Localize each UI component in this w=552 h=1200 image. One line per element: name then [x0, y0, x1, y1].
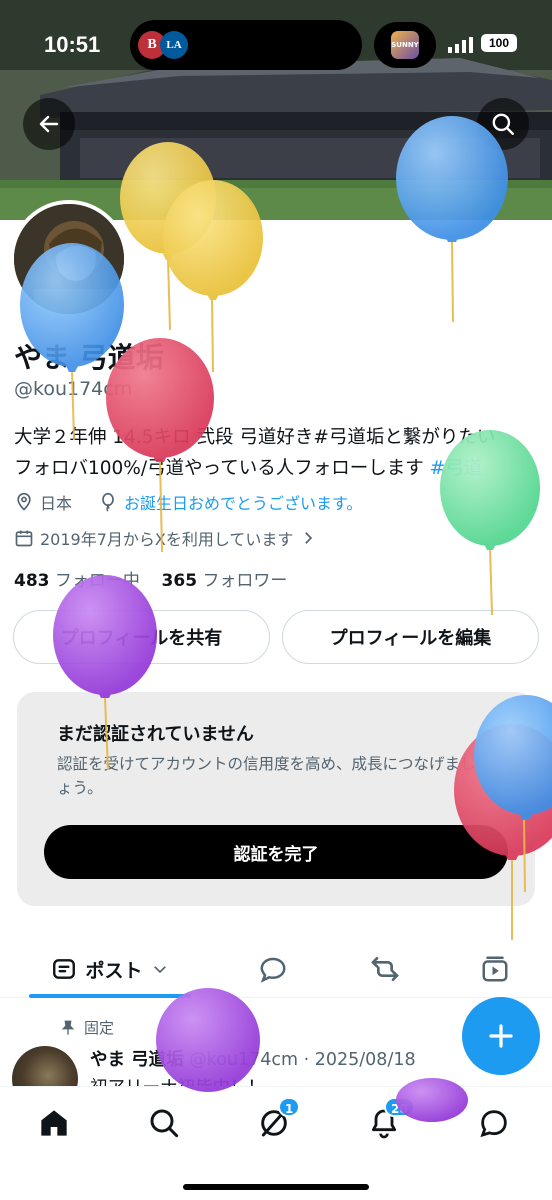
back-arrow-icon	[39, 115, 59, 133]
balloon-icon	[102, 492, 114, 512]
tab-replies[interactable]	[243, 940, 303, 998]
dynamic-island[interactable]: B LA	[130, 20, 362, 70]
live-activity[interactable]: SUNNY	[374, 22, 436, 68]
tab-posts-label: ポスト	[85, 959, 143, 982]
nav-grok[interactable]: 1	[244, 1097, 304, 1145]
followers-label: フォロワー	[202, 571, 288, 591]
profile-tabs: ポスト	[0, 940, 552, 998]
followers-count: 365	[161, 571, 198, 591]
chevron-right-icon	[305, 532, 313, 544]
following-link[interactable]: 483 フォロー中	[14, 571, 140, 591]
calendar-icon	[15, 530, 33, 547]
nav-notifications[interactable]: 20	[354, 1097, 415, 1145]
app-icon: SUNNY	[391, 31, 419, 59]
plus-icon	[489, 1024, 513, 1048]
compose-button[interactable]	[462, 997, 540, 1075]
tab-reposts[interactable]	[355, 940, 415, 998]
back-button[interactable]	[23, 98, 75, 150]
profile-name: やま 弓道垢	[14, 341, 164, 374]
edit-profile-button[interactable]: プロフィールを編集	[282, 610, 539, 664]
avatar-image	[14, 204, 124, 314]
birthday-message[interactable]: お誕生日おめでとうございます。	[124, 490, 362, 514]
chevron-down-icon	[153, 966, 166, 974]
search-icon	[492, 113, 514, 135]
messages-icon	[480, 1110, 507, 1138]
search-button[interactable]	[477, 98, 529, 150]
bottom-nav: 1 20	[0, 1086, 552, 1200]
dodgers-icon: LA	[160, 31, 188, 59]
signal-icon	[448, 37, 473, 53]
post-tab-icon	[53, 959, 76, 979]
nav-home[interactable]	[24, 1101, 84, 1145]
complete-verification-button[interactable]: 認証を完了	[44, 825, 508, 879]
post-author-name[interactable]: やま 弓道垢	[90, 1050, 184, 1070]
location-icon	[17, 492, 31, 511]
home-indicator	[183, 1184, 369, 1190]
following-count: 483	[14, 571, 50, 591]
profile-avatar[interactable]	[10, 200, 128, 318]
repost-icon	[371, 957, 399, 981]
nav-messages[interactable]	[464, 1101, 524, 1145]
pinned-label: 固定	[84, 1019, 115, 1037]
tab-posts[interactable]: ポスト	[29, 940, 191, 998]
pinned-indicator: 固定	[60, 1017, 114, 1038]
clock: 10:51	[44, 32, 101, 57]
verification-description: 認証を受けてアカウントの信用度を高め、成長につなげましょう。	[57, 755, 476, 797]
grok-badge: 1	[278, 1097, 301, 1117]
profile-location: 日本	[40, 494, 73, 513]
profile-bio: 大学２年伸 14.5キロ 弐段 弓道好き#弓道垢と繋がりたい フォロバ100%/…	[14, 422, 540, 484]
home-icon	[41, 1110, 67, 1136]
nav-explore[interactable]	[134, 1101, 194, 1145]
following-label: フォロー中	[54, 571, 140, 591]
reply-icon	[260, 957, 286, 983]
followers-link[interactable]: 365 フォロワー	[162, 571, 288, 591]
post-header: やま 弓道垢 @kou174cm · 2025/08/18	[90, 1046, 416, 1071]
explore-icon	[150, 1109, 179, 1138]
profile-meta-row: 日本 お誕生日おめでとうございます。	[14, 490, 362, 514]
active-tab-indicator	[29, 994, 191, 998]
share-profile-button[interactable]: プロフィールを共有	[13, 610, 270, 664]
bio-text: 大学２年伸 14.5キロ 弐段 弓道好き#弓道垢と繋がりたい フォロバ100%/…	[14, 427, 496, 479]
joined-row[interactable]: 2019年7月からXを利用しています	[14, 526, 317, 550]
media-icon	[482, 956, 508, 982]
notifications-badge: 20	[384, 1097, 415, 1117]
post-handle-date: @kou174cm · 2025/08/18	[189, 1050, 416, 1070]
battery-indicator: 100	[481, 34, 517, 52]
verification-card: まだ認証されていません 認証を受けてアカウントの信用度を高め、成長につなげましょ…	[17, 692, 535, 906]
status-bar: 10:51 B LA SUNNY 100	[0, 0, 552, 90]
bio-hashtag-link[interactable]: #弓道	[430, 458, 483, 479]
verification-title: まだ認証されていません	[57, 724, 254, 745]
pin-icon	[61, 1020, 75, 1035]
profile-handle: @kou174cm	[14, 378, 133, 400]
tab-media[interactable]	[465, 940, 525, 998]
joined-date: 2019年7月からXを利用しています	[40, 530, 294, 549]
follow-stats: 483 フォロー中 365 フォロワー	[14, 566, 287, 591]
